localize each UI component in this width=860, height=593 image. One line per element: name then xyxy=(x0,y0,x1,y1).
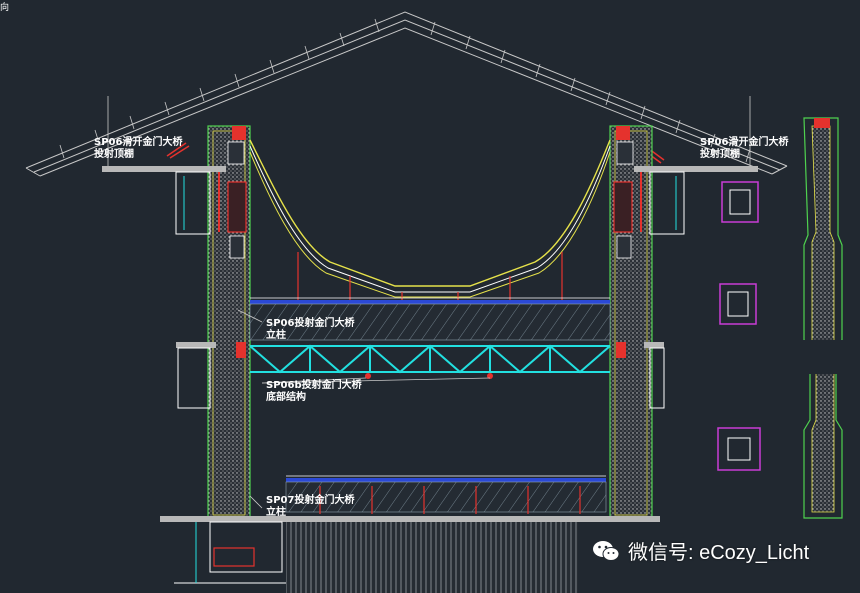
roof-hangers xyxy=(107,96,751,170)
label-top-right: SP06滑开金门大桥 投射顶棚 xyxy=(700,137,788,161)
floor-slab xyxy=(160,516,660,593)
label-bottom-structure: SP06b投射金门大桥 底部结构 xyxy=(266,380,362,404)
truss-beam xyxy=(249,344,611,374)
upper-side-slabs xyxy=(102,166,758,235)
label-top-left: SP06滑开金门大桥 投射顶棚 xyxy=(94,137,182,161)
label-bottom-structure-line2: 底部结构 xyxy=(266,392,306,403)
watermark-text: 微信号: eCozy_Licht xyxy=(628,542,810,564)
right-column xyxy=(609,125,653,521)
wechat-icon xyxy=(593,540,620,561)
label-lower-column: SP07投射金门大桥 立柱 xyxy=(266,495,354,519)
watermark: 微信号: eCozy_Licht xyxy=(592,536,809,565)
label-bottom-structure-line1: SP06b投射金门大桥 xyxy=(266,380,362,391)
label-upper-column: SP06投射金门大桥 立柱 xyxy=(266,318,354,342)
suspension-cables xyxy=(249,139,611,298)
label-upper-column-line2: 立柱 xyxy=(266,330,286,341)
column-elevation xyxy=(800,117,850,519)
label-top-left-line2: 投射顶棚 xyxy=(94,149,134,160)
label-lower-column-line2: 立柱 xyxy=(266,507,286,518)
label-upper-column-line1: SP06投射金门大桥 xyxy=(266,318,355,329)
fixture-squares xyxy=(717,181,761,471)
corner-mark: 向 xyxy=(0,3,10,13)
label-top-right-line1: SP06滑开金门大桥 xyxy=(700,137,789,148)
label-top-right-line2: 投射顶棚 xyxy=(700,149,740,160)
left-column xyxy=(207,125,251,521)
cad-section-drawing: 向 SP06滑开金门大桥 投射顶棚 SP06滑开金门大桥 投射顶棚 SP06投射… xyxy=(0,0,860,593)
label-top-left-line1: SP06滑开金门大桥 xyxy=(94,137,183,148)
drawing-canvas xyxy=(25,11,850,593)
label-lower-column-line1: SP07投射金门大桥 xyxy=(266,495,355,506)
